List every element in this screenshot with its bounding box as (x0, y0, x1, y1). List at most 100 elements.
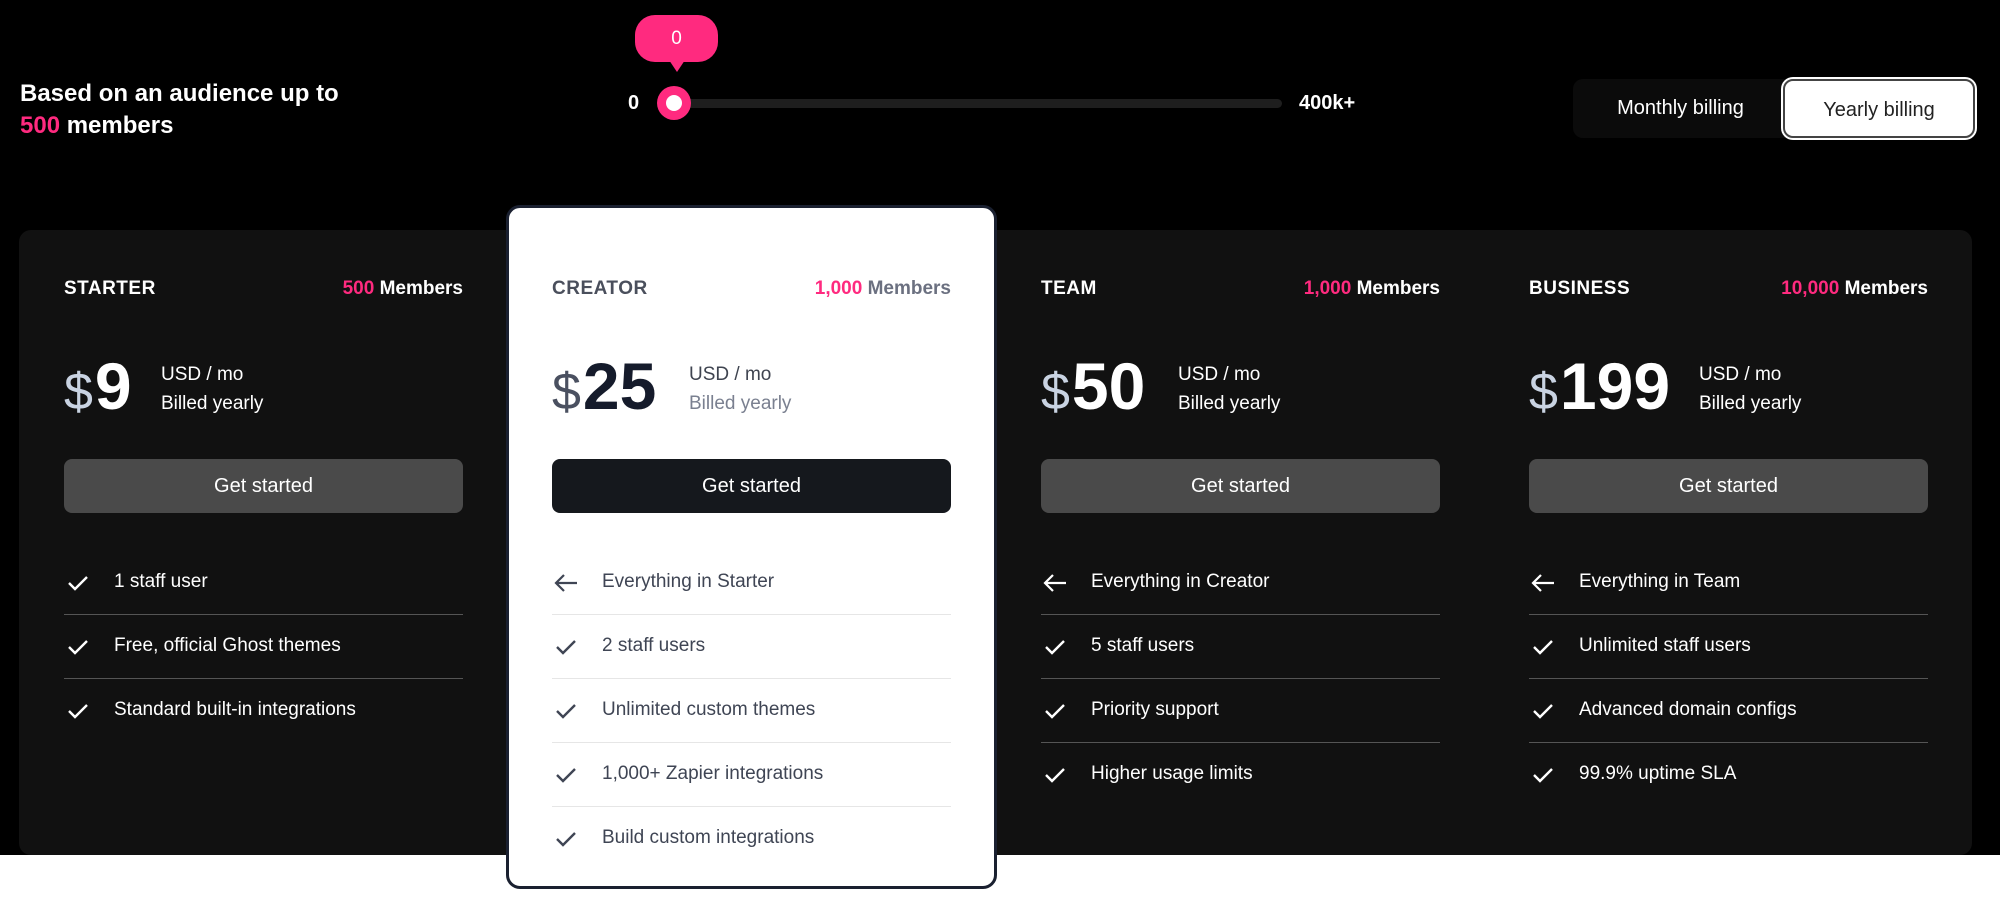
check-icon (552, 697, 580, 725)
members-label: Members (862, 278, 951, 299)
feature-item: Unlimited custom themes (552, 679, 951, 743)
feature-text: Higher usage limits (1091, 763, 1253, 784)
heading-line: Based on an audience up to (20, 80, 339, 107)
slider-min-label: 0 (628, 92, 640, 114)
check-icon (1529, 633, 1557, 661)
check-icon (552, 825, 580, 853)
plan-name: TEAM (1041, 278, 1097, 299)
feature-item: 1 staff user (64, 551, 463, 615)
plan-price: $9 (64, 346, 132, 432)
feature-item: 5 staff users (1041, 615, 1440, 679)
plan-price: $50 (1041, 346, 1145, 432)
feature-item: Everything in Starter (552, 551, 951, 615)
feature-item: Build custom integrations (552, 807, 951, 871)
check-icon (64, 633, 92, 661)
price-amount: 9 (94, 349, 132, 423)
check-icon (64, 569, 92, 597)
currency-symbol: $ (64, 363, 93, 421)
plan-members: 10,000 Members (1781, 278, 1928, 300)
price-unit: USD / mo (161, 364, 244, 385)
check-icon (64, 697, 92, 725)
monthly-billing-button[interactable]: Monthly billing (1573, 79, 1788, 138)
check-icon (1041, 633, 1069, 661)
plan-name: BUSINESS (1529, 278, 1631, 299)
plan-price: $199 (1529, 346, 1670, 432)
price-period: USD / mo Billed yearly (1178, 360, 1280, 418)
feature-item: Priority support (1041, 679, 1440, 743)
price-amount: 199 (1559, 349, 1671, 423)
check-icon (1529, 761, 1557, 789)
arrow-left-icon (1041, 569, 1069, 597)
currency-symbol: $ (552, 363, 581, 421)
feature-item: Everything in Team (1529, 551, 1928, 615)
members-label: Members (1839, 278, 1928, 299)
feature-text: 5 staff users (1091, 635, 1195, 656)
feature-text: 2 staff users (602, 635, 706, 656)
feature-text: Everything in Team (1579, 571, 1741, 592)
audience-slider-track[interactable] (660, 99, 1282, 108)
plan-price: $25 (552, 346, 656, 432)
members-count: 1,000 (814, 278, 863, 299)
price-unit: USD / mo (689, 364, 772, 385)
feature-text: Advanced domain configs (1579, 699, 1797, 720)
billing-toggle: Monthly billing Yearly billing (1573, 79, 1975, 138)
feature-text: Build custom integrations (602, 827, 815, 848)
check-icon (552, 761, 580, 789)
audience-slider-thumb[interactable] (657, 86, 691, 120)
billing-note: Billed yearly (689, 393, 792, 414)
feature-text: 99.9% uptime SLA (1579, 763, 1737, 784)
get-started-button[interactable]: Get started (1529, 459, 1928, 513)
get-started-button[interactable]: Get started (64, 459, 463, 513)
check-icon (552, 633, 580, 661)
currency-symbol: $ (1529, 363, 1558, 421)
slider-max-label: 400k+ (1299, 92, 1356, 114)
feature-item: Higher usage limits (1041, 743, 1440, 807)
feature-text: Free, official Ghost themes (114, 635, 341, 656)
feature-text: Everything in Starter (602, 571, 775, 592)
feature-text: Unlimited staff users (1579, 635, 1751, 656)
price-period: USD / mo Billed yearly (161, 360, 263, 418)
feature-text: Standard built-in integrations (114, 699, 356, 720)
members-count: 10,000 (1781, 278, 1840, 299)
feature-item: Advanced domain configs (1529, 679, 1928, 743)
feature-text: 1,000+ Zapier integrations (602, 763, 824, 784)
member-count: 500 (20, 112, 61, 139)
feature-item: 1,000+ Zapier integrations (552, 743, 951, 807)
feature-text: 1 staff user (114, 571, 208, 592)
arrow-left-icon (552, 569, 580, 597)
plan-name: STARTER (64, 278, 156, 299)
members-label: Members (374, 278, 463, 299)
price-unit: USD / mo (1178, 364, 1261, 385)
arrow-left-icon (1529, 569, 1557, 597)
currency-symbol: $ (1041, 363, 1070, 421)
billing-note: Billed yearly (1178, 393, 1281, 414)
price-amount: 50 (1071, 349, 1146, 423)
feature-text: Priority support (1091, 699, 1219, 720)
feature-item: Everything in Creator (1041, 551, 1440, 615)
check-icon (1041, 697, 1069, 725)
feature-text: Unlimited custom themes (602, 699, 816, 720)
get-started-button[interactable]: Get started (1041, 459, 1440, 513)
feature-item: Free, official Ghost themes (64, 615, 463, 679)
slider-value-tooltip: 0 (635, 15, 718, 72)
feature-item: 2 staff users (552, 615, 951, 679)
feature-item: 99.9% uptime SLA (1529, 743, 1928, 807)
feature-text: Everything in Creator (1091, 571, 1270, 592)
billing-note: Billed yearly (1699, 393, 1802, 414)
check-icon (1041, 761, 1069, 789)
check-icon (1529, 697, 1557, 725)
plan-members: 500 Members (343, 278, 463, 300)
plan-name: CREATOR (552, 278, 648, 299)
plan-members: 1,000 Members (815, 278, 951, 300)
feature-item: Standard built-in integrations (64, 679, 463, 743)
billing-note: Billed yearly (161, 393, 264, 414)
audience-heading: Based on an audience up to 500 members (20, 78, 339, 142)
members-count: 500 (342, 278, 375, 299)
yearly-billing-button[interactable]: Yearly billing (1783, 79, 1975, 138)
heading-suffix: members (60, 112, 174, 139)
price-amount: 25 (582, 349, 657, 423)
price-unit: USD / mo (1699, 364, 1782, 385)
feature-item: Unlimited staff users (1529, 615, 1928, 679)
get-started-button[interactable]: Get started (552, 459, 951, 513)
members-count: 1,000 (1303, 278, 1352, 299)
